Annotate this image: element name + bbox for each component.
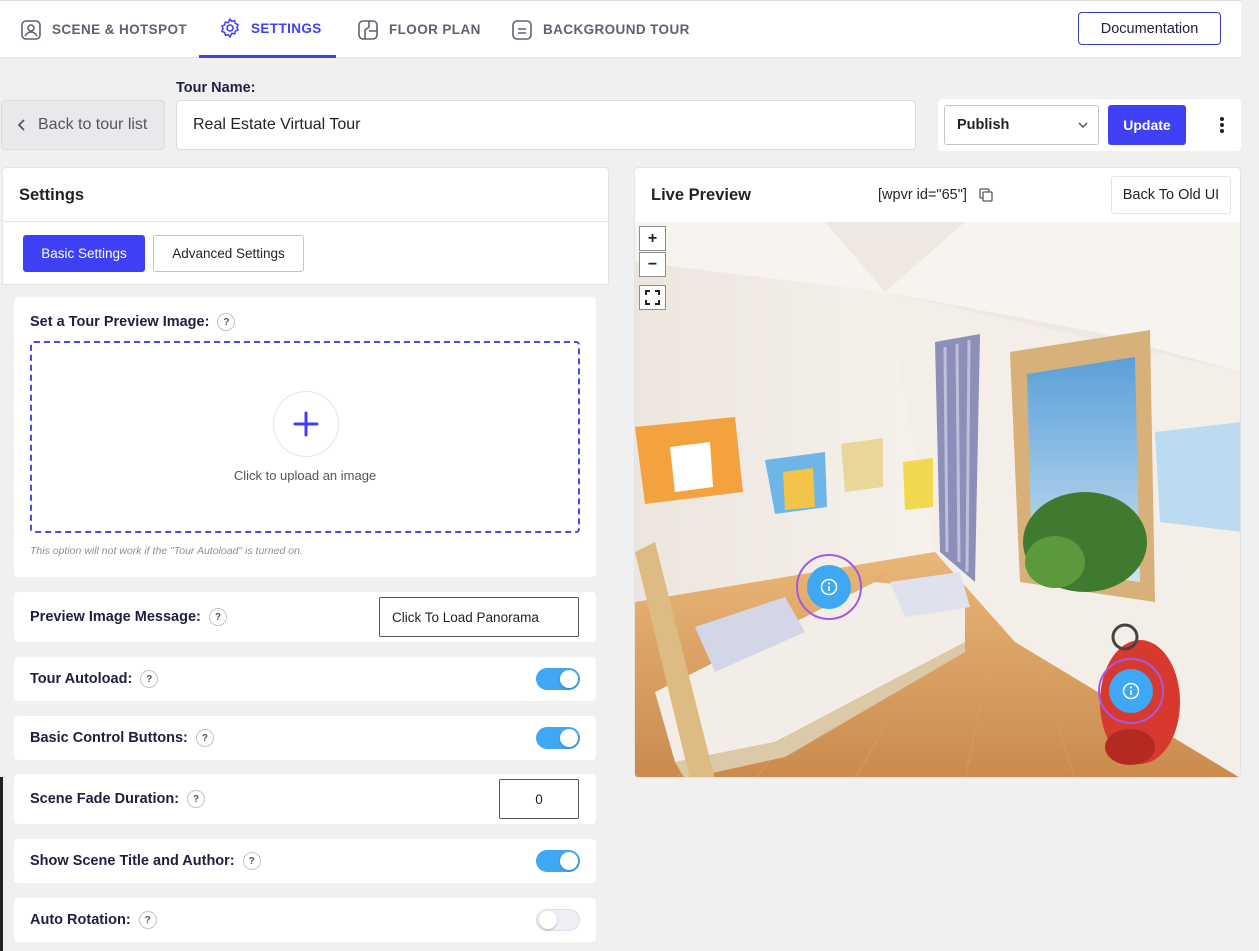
tab-background-tour[interactable]: BACKGROUND TOUR	[511, 1, 690, 58]
toggle-knob	[560, 729, 578, 747]
back-to-tour-list-button[interactable]: Back to tour list	[1, 100, 165, 150]
scene-title-label: Show Scene Title and Author:	[30, 853, 235, 869]
auto-rotation-toggle[interactable]	[536, 909, 580, 931]
fade-duration-input[interactable]: 0	[499, 779, 579, 819]
live-preview-title: Live Preview	[651, 186, 751, 204]
preview-image-label: Set a Tour Preview Image:	[30, 314, 210, 330]
gear-icon	[221, 18, 239, 38]
tab-floor-plan-label: FLOOR PLAN	[389, 22, 481, 37]
help-icon[interactable]: ?	[242, 852, 261, 870]
info-hotspot-icon[interactable]	[1109, 669, 1153, 713]
autoload-card: Tour Autoload: ?	[14, 657, 596, 701]
copy-icon[interactable]	[979, 188, 993, 202]
zoom-in-button[interactable]: +	[639, 226, 666, 251]
preview-image-row: Set a Tour Preview Image: ?	[30, 313, 236, 331]
tab-background-tour-label: BACKGROUND TOUR	[543, 22, 690, 37]
fullscreen-icon	[645, 290, 660, 305]
preview-image-card: Set a Tour Preview Image: ? Click to upl…	[14, 297, 596, 577]
auto-rotation-label: Auto Rotation:	[30, 912, 131, 928]
toggle-knob	[539, 911, 557, 929]
background-tour-icon	[512, 19, 532, 40]
basic-settings-tab[interactable]: Basic Settings	[23, 235, 145, 272]
control-buttons-card: Basic Control Buttons: ?	[14, 716, 596, 760]
control-buttons-row: Basic Control Buttons: ?	[30, 729, 214, 747]
fade-duration-row: Scene Fade Duration: ?	[30, 790, 206, 808]
auto-rotation-card: Auto Rotation: ?	[14, 898, 596, 942]
scene-title-row: Show Scene Title and Author: ?	[30, 852, 261, 870]
panel-edge	[0, 777, 3, 951]
help-icon[interactable]: ?	[208, 608, 227, 626]
help-icon[interactable]: ?	[195, 729, 214, 747]
tab-scene-hotspot-label: SCENE & HOTSPOT	[52, 22, 188, 37]
tour-name-label: Tour Name:	[176, 80, 256, 96]
panorama-viewer[interactable]: + −	[635, 222, 1240, 777]
fade-duration-label: Scene Fade Duration:	[30, 791, 180, 807]
back-to-tour-list-label: Back to tour list	[38, 116, 148, 133]
toggle-knob	[560, 670, 578, 688]
help-icon[interactable]: ?	[217, 313, 236, 331]
control-buttons-toggle[interactable]	[536, 727, 580, 749]
more-options-icon[interactable]	[1212, 110, 1232, 140]
zoom-out-button[interactable]: −	[639, 252, 666, 277]
upload-text: Click to upload an image	[233, 468, 377, 483]
help-icon[interactable]: ?	[140, 670, 159, 688]
documentation-button[interactable]: Documentation	[1078, 12, 1221, 45]
autoload-label: Tour Autoload:	[30, 671, 133, 687]
help-icon[interactable]: ?	[187, 790, 206, 808]
info-hotspot-icon[interactable]	[807, 565, 851, 609]
shortcode-text: [wpvr id="65"]	[878, 187, 967, 203]
tab-scene-hotspot[interactable]: SCENE & HOTSPOT	[20, 1, 187, 58]
autoload-row: Tour Autoload: ?	[30, 670, 159, 688]
status-select-value: Publish	[957, 117, 1010, 133]
tour-name-input[interactable]	[176, 100, 916, 150]
fade-duration-card: Scene Fade Duration: ? 0	[14, 774, 596, 824]
settings-divider	[3, 221, 608, 222]
shortcode: [wpvr id="65"]	[878, 187, 993, 203]
tab-settings-label: SETTINGS	[251, 20, 322, 36]
update-button[interactable]: Update	[1108, 105, 1186, 145]
scene-title-card: Show Scene Title and Author: ?	[14, 839, 596, 883]
floor-plan-icon	[358, 19, 378, 40]
top-navigation: SCENE & HOTSPOT SETTINGS FLOOR PLAN BACK…	[0, 0, 1241, 58]
preview-message-input[interactable]: Click To Load Panorama	[379, 597, 579, 637]
toggle-knob	[560, 852, 578, 870]
tab-floor-plan[interactable]: FLOOR PLAN	[357, 1, 481, 58]
chevron-down-icon	[1078, 122, 1088, 129]
advanced-settings-tab[interactable]: Advanced Settings	[153, 235, 304, 272]
preview-message-row: Preview Image Message: ?	[30, 608, 227, 626]
live-preview-panel: Live Preview [wpvr id="65"] Back To Old …	[634, 167, 1241, 778]
image-upload-area[interactable]: Click to upload an image	[30, 341, 580, 533]
fullscreen-button[interactable]	[639, 285, 666, 310]
auto-rotation-row: Auto Rotation: ?	[30, 911, 157, 929]
settings-title: Settings	[19, 186, 85, 204]
autoload-note: This option will not work if the "Tour A…	[30, 545, 303, 557]
help-icon[interactable]: ?	[138, 911, 157, 929]
preview-message-card: Preview Image Message: ? Click To Load P…	[14, 592, 596, 642]
plus-icon[interactable]	[273, 391, 339, 457]
control-buttons-label: Basic Control Buttons:	[30, 730, 188, 746]
preview-message-label: Preview Image Message:	[30, 609, 201, 625]
status-select[interactable]: Publish	[944, 105, 1099, 145]
tab-settings[interactable]: SETTINGS	[199, 1, 336, 58]
scene-title-toggle[interactable]	[536, 850, 580, 872]
back-to-old-ui-button[interactable]: Back To Old UI	[1111, 176, 1231, 214]
chevron-left-icon	[17, 119, 25, 131]
scene-icon	[21, 19, 41, 40]
settings-panel: Settings Basic Settings Advanced Setting…	[2, 167, 609, 285]
autoload-toggle[interactable]	[536, 668, 580, 690]
